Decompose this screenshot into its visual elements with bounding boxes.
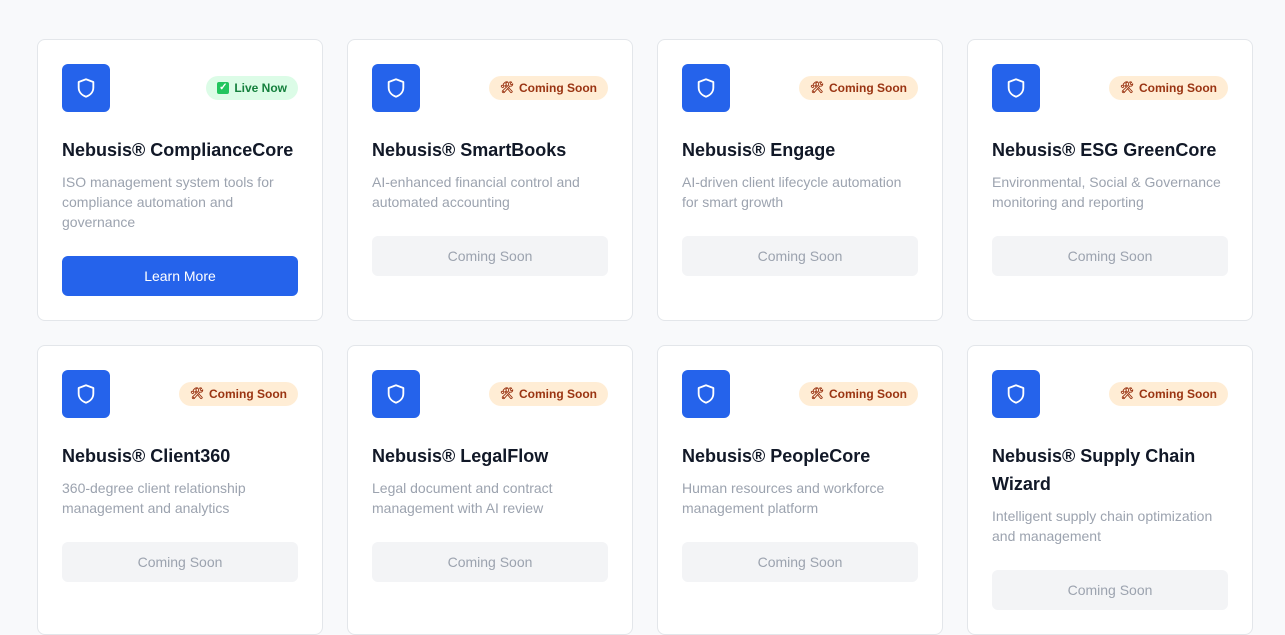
status-badge: 🛠 Coming Soon: [1109, 382, 1228, 406]
card-description: Environmental, Social & Governance monit…: [992, 174, 1221, 210]
hammer-wrench-icon: 🛠: [500, 387, 514, 400]
status-badge: ✓ Live Now: [206, 76, 298, 100]
card-description: Legal document and contract management w…: [372, 480, 553, 516]
card-header: 🛠 Coming Soon: [62, 370, 298, 418]
coming-soon-button: Coming Soon: [62, 542, 298, 582]
hammer-wrench-icon: 🛠: [810, 387, 824, 400]
status-badge-label: Live Now: [234, 81, 287, 95]
card-description: ISO management system tools for complian…: [62, 174, 274, 230]
shield-icon: [992, 64, 1040, 112]
card-header: ✓ Live Now: [62, 64, 298, 112]
card-header: 🛠 Coming Soon: [682, 64, 918, 112]
status-badge-label: Coming Soon: [519, 81, 597, 95]
card-header: 🛠 Coming Soon: [992, 370, 1228, 418]
card-header: 🛠 Coming Soon: [682, 370, 918, 418]
card-header: 🛠 Coming Soon: [992, 64, 1228, 112]
shield-icon: [62, 370, 110, 418]
status-badge: 🛠 Coming Soon: [489, 382, 608, 406]
coming-soon-button: Coming Soon: [992, 570, 1228, 610]
coming-soon-button: Coming Soon: [372, 236, 608, 276]
hammer-wrench-icon: 🛠: [500, 81, 514, 94]
product-card-legalflow: 🛠 Coming Soon Nebusis® LegalFlow Legal d…: [347, 345, 633, 635]
product-card-compliancecore: ✓ Live Now Nebusis® ComplianceCore ISO m…: [37, 39, 323, 321]
card-description: Human resources and workforce management…: [682, 480, 885, 516]
product-card-esg-greencore: 🛠 Coming Soon Nebusis® ESG GreenCore Env…: [967, 39, 1253, 321]
shield-icon: [992, 370, 1040, 418]
coming-soon-button: Coming Soon: [992, 236, 1228, 276]
shield-icon: [372, 64, 420, 112]
card-title: Nebusis® SmartBooks: [372, 140, 567, 160]
card-title: Nebusis® ComplianceCore: [62, 140, 294, 160]
check-box-icon: ✓: [217, 82, 230, 94]
card-description: AI-driven client lifecycle automation fo…: [682, 174, 902, 210]
hammer-wrench-icon: 🛠: [190, 387, 204, 400]
status-badge-label: Coming Soon: [209, 387, 287, 401]
coming-soon-button: Coming Soon: [372, 542, 608, 582]
card-description: Intelligent supply chain optimization an…: [992, 508, 1213, 544]
learn-more-button[interactable]: Learn More: [62, 256, 298, 296]
status-badge: 🛠 Coming Soon: [179, 382, 298, 406]
product-card-smartbooks: 🛠 Coming Soon Nebusis® SmartBooks AI-enh…: [347, 39, 633, 321]
card-header: 🛠 Coming Soon: [372, 370, 608, 418]
card-title: Nebusis® LegalFlow: [372, 446, 549, 466]
card-title: Nebusis® PeopleCore: [682, 446, 871, 466]
status-badge-label: Coming Soon: [519, 387, 597, 401]
product-card-client360: 🛠 Coming Soon Nebusis® Client360 360-deg…: [37, 345, 323, 635]
shield-icon: [682, 64, 730, 112]
card-description: 360-degree client relationship managemen…: [62, 480, 246, 516]
product-grid: ✓ Live Now Nebusis® ComplianceCore ISO m…: [37, 39, 1253, 635]
status-badge-label: Coming Soon: [829, 387, 907, 401]
product-card-peoplecore: 🛠 Coming Soon Nebusis® PeopleCore Human …: [657, 345, 943, 635]
hammer-wrench-icon: 🛠: [1120, 81, 1134, 94]
shield-icon: [372, 370, 420, 418]
shield-icon: [62, 64, 110, 112]
hammer-wrench-icon: 🛠: [810, 81, 824, 94]
shield-icon: [682, 370, 730, 418]
status-badge-label: Coming Soon: [1139, 387, 1217, 401]
card-title: Nebusis® Supply Chain Wizard: [992, 446, 1196, 494]
status-badge: 🛠 Coming Soon: [489, 76, 608, 100]
status-badge-label: Coming Soon: [829, 81, 907, 95]
status-badge: 🛠 Coming Soon: [1109, 76, 1228, 100]
card-title: Nebusis® ESG GreenCore: [992, 140, 1217, 160]
status-badge: 🛠 Coming Soon: [799, 382, 918, 406]
coming-soon-button: Coming Soon: [682, 542, 918, 582]
status-badge-label: Coming Soon: [1139, 81, 1217, 95]
coming-soon-button: Coming Soon: [682, 236, 918, 276]
hammer-wrench-icon: 🛠: [1120, 387, 1134, 400]
card-description: AI-enhanced financial control and automa…: [372, 174, 580, 210]
status-badge: 🛠 Coming Soon: [799, 76, 918, 100]
card-title: Nebusis® Engage: [682, 140, 836, 160]
card-header: 🛠 Coming Soon: [372, 64, 608, 112]
product-card-supply-chain-wizard: 🛠 Coming Soon Nebusis® Supply Chain Wiza…: [967, 345, 1253, 635]
product-card-engage: 🛠 Coming Soon Nebusis® Engage AI-driven …: [657, 39, 943, 321]
card-title: Nebusis® Client360: [62, 446, 231, 466]
